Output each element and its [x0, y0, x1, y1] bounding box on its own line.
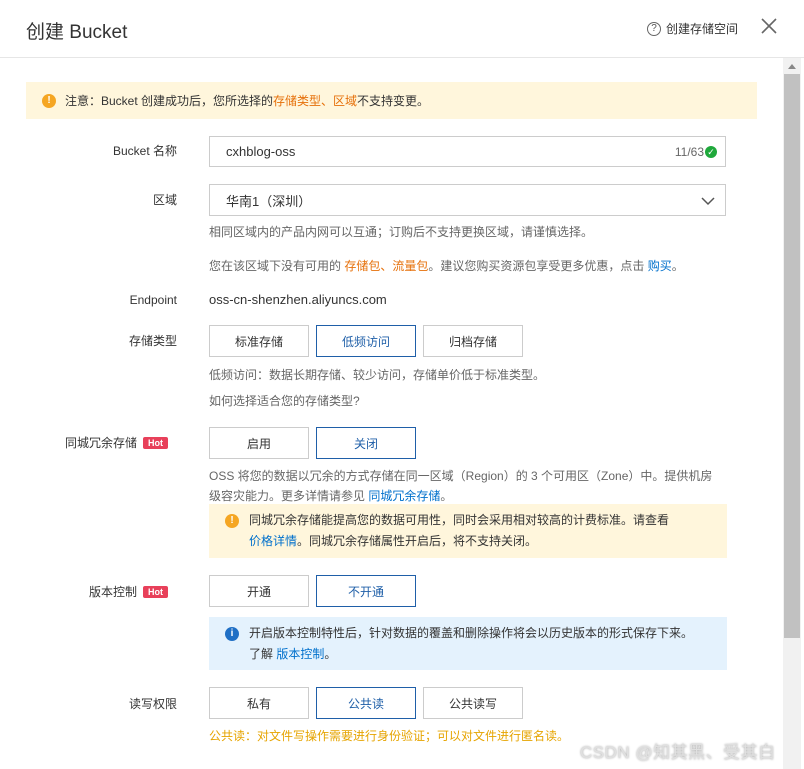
package-hint-mid: 。建议您购买资源包享受更多优惠，点击 [428, 259, 648, 273]
zone-redundancy-tip: ! 同城冗余存储能提高您的数据可用性，同时会采用相对较高的计费标准。请查看 价格… [209, 504, 727, 558]
chevron-down-icon [701, 194, 715, 209]
bucket-name-label: Bucket 名称 [112, 144, 177, 158]
zone-redundancy-label: 同城冗余存储 Hot [60, 434, 185, 451]
help-circle-icon: ? [647, 21, 661, 36]
acl-option-private[interactable]: 私有 [209, 687, 309, 719]
versioning-tip-prefix: 了解 [249, 647, 277, 661]
warning-icon: ! [225, 514, 239, 528]
zone-tip-line2: 价格详情。同城冗余存储属性开启后，将不支持关闭。 [249, 531, 715, 552]
char-counter-text: 11/63 [674, 145, 704, 159]
bucket-name-input[interactable]: cxhblog-oss 11/63 ✓ [209, 136, 726, 167]
storage-class-option-ia[interactable]: 低频访问 [316, 325, 416, 357]
zone-redundancy-option-enable[interactable]: 启用 [209, 427, 309, 459]
acl-option-public-read-write[interactable]: 公共读写 [423, 687, 523, 719]
versioning-doc-link[interactable]: 版本控制 [276, 647, 324, 661]
storage-class-label: 存储类型 [128, 334, 177, 348]
versioning-tip-line1: 开启版本控制特性后，针对数据的覆盖和删除操作将会以历史版本的形式保存下来。 [249, 626, 694, 640]
page-title: 创建 Bucket [26, 22, 128, 43]
storage-class-option-standard[interactable]: 标准存储 [209, 325, 309, 357]
zone-redundancy-option-disable[interactable]: 关闭 [316, 427, 416, 459]
zone-hint-line1: OSS 将您的数据以冗余的方式存储在同一区域（Region）的 3 个可用区（Z… [209, 469, 713, 483]
endpoint-label: Endpoint [129, 293, 177, 307]
versioning-option-enable[interactable]: 开通 [209, 575, 309, 607]
zone-tip-suffix: 。同城冗余存储属性开启后，将不支持关闭。 [297, 534, 538, 548]
bucket-name-value: cxhblog-oss [226, 144, 296, 159]
zone-redundancy-doc-link[interactable]: 同城冗余存储 [368, 489, 440, 503]
acl-option-public-read[interactable]: 公共读 [316, 687, 416, 719]
storage-class-help-link[interactable]: 如何选择适合您的存储类型? [209, 391, 360, 411]
scroll-up-arrow-icon[interactable] [788, 64, 796, 69]
create-bucket-panel: 创建 Bucket ? 创建存储空间 ! 注意：Bucket 创建成功后，您所选… [0, 0, 804, 769]
package-hint-prefix: 您在该区域下没有可用的 [209, 259, 345, 273]
storage-class-hint: 低频访问：数据长期存储、较少访问，存储单价低于标准类型。 [209, 368, 546, 382]
zone-redundancy-label-text: 同城冗余存储 [65, 436, 138, 450]
char-counter: 11/63 ✓ [675, 145, 717, 159]
zone-hint-line2-suffix: 。 [440, 489, 453, 503]
region-select[interactable]: 华南1（深圳） [209, 184, 726, 216]
versioning-label: 版本控制 Hot [84, 583, 194, 600]
notice-banner: ! 注意：Bucket 创建成功后，您所选择的 存储类型、区域 不支持变更。 [26, 82, 757, 119]
notice-highlight: 存储类型、区域 [273, 94, 358, 108]
endpoint-value: oss-cn-shenzhen.aliyuncs.com [209, 292, 387, 307]
versioning-label-text: 版本控制 [89, 585, 138, 599]
warning-icon: ! [42, 93, 56, 108]
region-value: 华南1（深圳） [226, 193, 312, 209]
notice-suffix: 不支持变更。 [357, 94, 430, 108]
info-icon: i [225, 627, 239, 641]
zone-hint-line2: 级容灾能力。更多详情请参见 同城冗余存储。 [209, 486, 729, 506]
zone-tip-line1: 同城冗余存储能提高您的数据可用性，同时会采用相对较高的计费标准。请查看 [249, 513, 670, 527]
region-label: 区域 [152, 193, 177, 207]
hot-badge: Hot [143, 586, 169, 598]
hot-badge: Hot [143, 437, 169, 449]
help-label: 创建存储空间 [666, 22, 739, 36]
panel-header: 创建 Bucket ? 创建存储空间 [0, 0, 804, 58]
notice-prefix: 注意：Bucket 创建成功后，您所选择的 [65, 94, 274, 108]
scroll-thumb[interactable] [784, 74, 800, 638]
price-details-link[interactable]: 价格详情 [249, 534, 297, 548]
zone-redundancy-hint: OSS 将您的数据以冗余的方式存储在同一区域（Region）的 3 个可用区（Z… [209, 466, 729, 506]
region-package-hint: 您在该区域下没有可用的 存储包、流量包。建议您购买资源包享受更多优惠，点击 购买… [209, 256, 684, 276]
region-hint: 相同区域内的产品内网可以互通；订购后不支持更换区域，请谨慎选择。 [209, 225, 594, 239]
buy-link[interactable]: 购买 [648, 259, 672, 273]
versioning-tip-suffix: 。 [324, 647, 337, 661]
versioning-tip: i 开启版本控制特性后，针对数据的覆盖和删除操作将会以历史版本的形式保存下来。 … [209, 617, 727, 670]
close-icon[interactable] [760, 17, 780, 37]
scrollbar[interactable] [783, 58, 801, 769]
watermark: CSDN @知其黑、受其白 [580, 743, 776, 762]
versioning-option-disable[interactable]: 不开通 [316, 575, 416, 607]
acl-warning: 公共读：对文件写操作需要进行身份验证；可以对文件进行匿名读。 [209, 729, 570, 743]
package-hint-highlight: 存储包、流量包 [344, 259, 429, 273]
acl-label: 读写权限 [128, 697, 177, 711]
storage-class-option-archive[interactable]: 归档存储 [423, 325, 523, 357]
package-hint-suffix: 。 [671, 259, 684, 273]
check-circle-icon: ✓ [705, 146, 717, 158]
zone-hint-line2-prefix: 级容灾能力。更多详情请参见 [209, 489, 369, 503]
versioning-tip-line2: 了解 版本控制。 [249, 644, 715, 665]
help-link[interactable]: ? 创建存储空间 [647, 20, 738, 37]
